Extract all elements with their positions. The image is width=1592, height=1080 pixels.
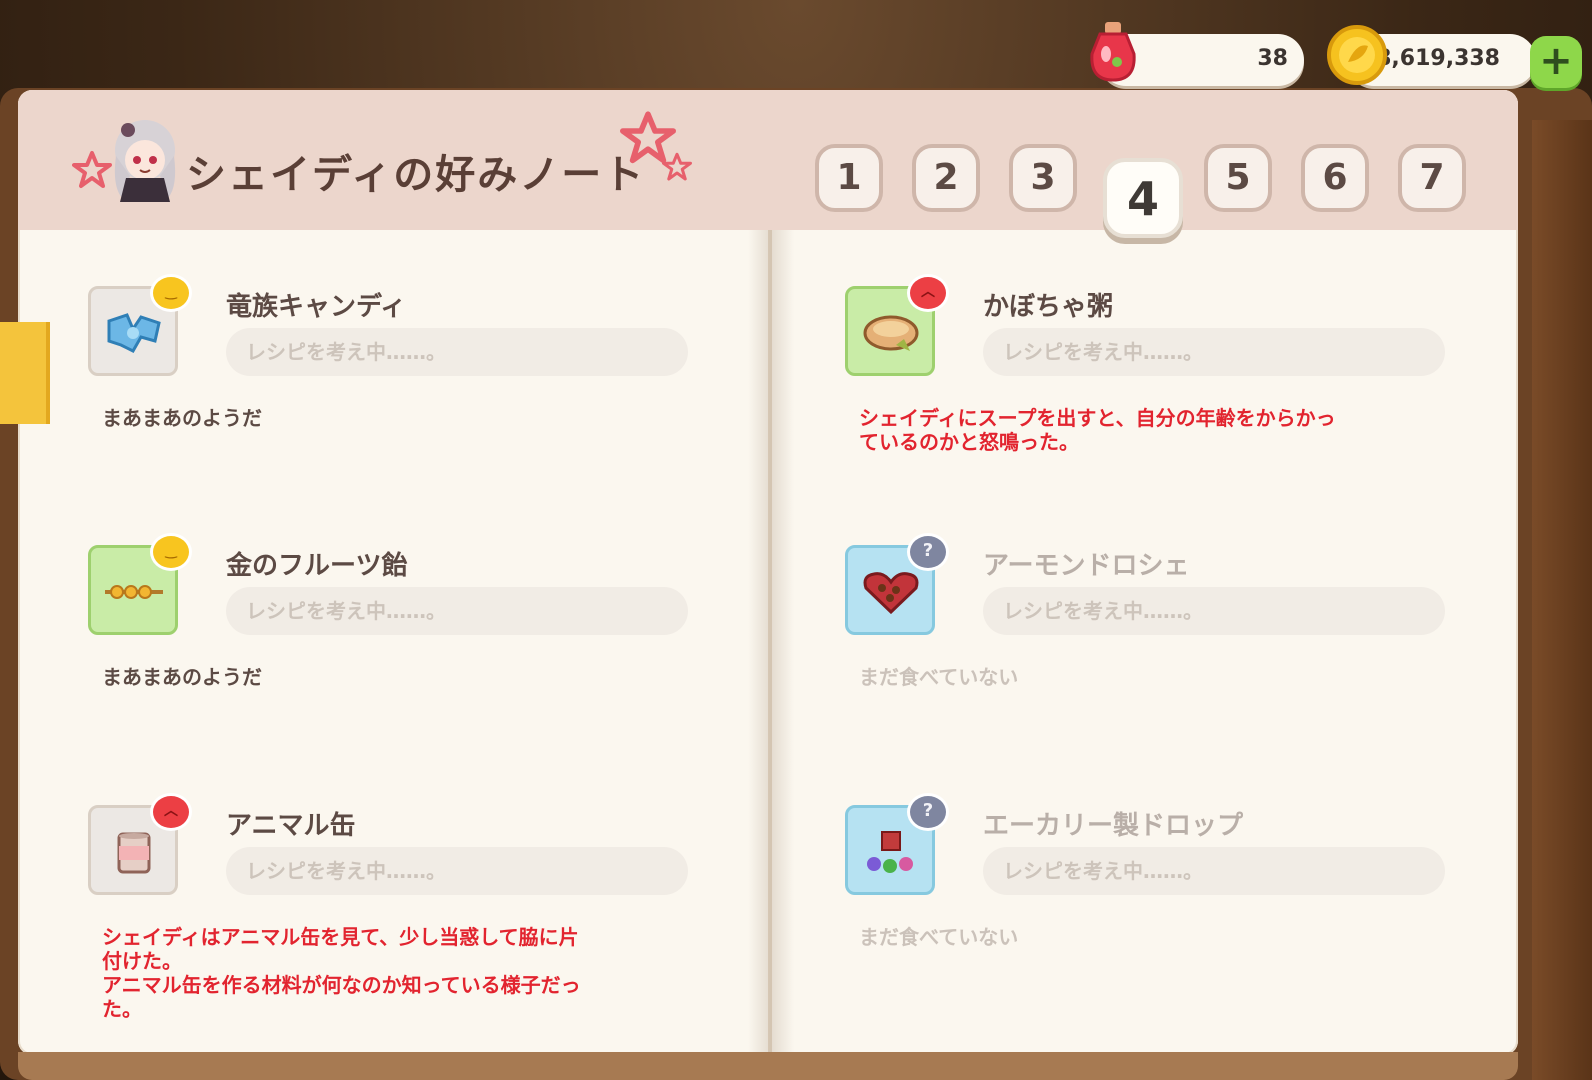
mood-satisfied-icon: ‿ bbox=[150, 533, 192, 571]
recipe-status-field: レシピを考え中……。 bbox=[226, 328, 688, 376]
star-icon bbox=[72, 150, 112, 194]
recipe-entry: ‿ 金のフルーツ飴 レシピを考え中……。 まあまあのようだ bbox=[88, 533, 708, 765]
coin-amount: 8,619,338 bbox=[1376, 46, 1500, 71]
mood-angry-icon: ︿ bbox=[150, 793, 192, 831]
mood-angry-icon: ︿ bbox=[907, 274, 949, 312]
reaction-text: まあまあのようだ bbox=[102, 406, 262, 430]
recipe-entry: ? アーモンドロシェ レシピを考え中……。 まだ食べていない bbox=[845, 533, 1465, 765]
page-tab-2[interactable]: 2 bbox=[912, 144, 980, 212]
golden-fruit-candy-icon bbox=[105, 585, 163, 599]
star-icon bbox=[662, 152, 692, 186]
candy-drop-icon bbox=[867, 831, 913, 873]
item-name: アニマル缶 bbox=[226, 811, 356, 841]
bookmark-ribbon[interactable] bbox=[0, 322, 50, 424]
mood-unknown-icon: ? bbox=[907, 793, 949, 831]
item-name: かぼちゃ粥 bbox=[983, 292, 1114, 322]
mood-satisfied-icon: ‿ bbox=[150, 274, 192, 312]
recipe-status-field: レシピを考え中……。 bbox=[983, 847, 1445, 895]
animal-can-icon bbox=[117, 832, 151, 874]
book-edge bbox=[1532, 120, 1592, 1080]
dragon-candy-icon bbox=[107, 313, 161, 353]
item-name: エーカリー製ドロップ bbox=[983, 811, 1244, 841]
item-name: 金のフルーツ飴 bbox=[226, 551, 408, 581]
almond-rocher-icon bbox=[863, 572, 919, 614]
item-name: アーモンドロシェ bbox=[983, 551, 1190, 581]
recipe-entry: ︿ アニマル缶 レシピを考え中……。 シェイディはアニマル缶を見て、少し当惑して… bbox=[88, 793, 708, 1025]
page-tab-1[interactable]: 1 bbox=[815, 144, 883, 212]
page-tab-4-active[interactable]: 4 bbox=[1103, 158, 1183, 238]
character-avatar bbox=[108, 116, 182, 202]
page-tab-7[interactable]: 7 bbox=[1398, 144, 1466, 212]
page-tab-5[interactable]: 5 bbox=[1204, 144, 1272, 212]
reaction-text: シェイディはアニマル缶を見て、少し当惑して脇に片 付けた。 アニマル缶を作る材料… bbox=[102, 925, 581, 1021]
page-tab-6[interactable]: 6 bbox=[1301, 144, 1369, 212]
item-name: 竜族キャンディ bbox=[226, 292, 407, 322]
recipe-status-field: レシピを考え中……。 bbox=[226, 587, 688, 635]
page-bottom-edge bbox=[18, 1052, 1518, 1080]
coin-icon bbox=[1326, 24, 1388, 90]
page-tab-3[interactable]: 3 bbox=[1009, 144, 1077, 212]
reaction-text: まだ食べていない bbox=[859, 925, 1019, 949]
recipe-status-field: レシピを考え中……。 bbox=[226, 847, 688, 895]
recipe-entry: ︿ かぼちゃ粥 レシピを考え中……。 シェイディにスープを出すと、自分の年齢をか… bbox=[845, 274, 1465, 506]
reaction-text: シェイディにスープを出すと、自分の年齢をからかっ ているのかと怒鳴った。 bbox=[859, 406, 1336, 454]
recipe-status-field: レシピを考え中……。 bbox=[983, 587, 1445, 635]
left-header-scallop bbox=[18, 205, 770, 235]
reaction-text: まあまあのようだ bbox=[102, 665, 262, 689]
recipe-entry: ‿ 竜族キャンディ レシピを考え中……。 まあまあのようだ bbox=[88, 274, 708, 506]
potion-count: 38 bbox=[1257, 46, 1288, 71]
page-title: シェイディの好みノート bbox=[186, 152, 646, 198]
add-coins-button[interactable]: + bbox=[1530, 36, 1582, 88]
recipe-entry: ? エーカリー製ドロップ レシピを考え中……。 まだ食べていない bbox=[845, 793, 1465, 1025]
mood-unknown-icon: ? bbox=[907, 533, 949, 571]
reaction-text: まだ食べていない bbox=[859, 665, 1019, 689]
recipe-status-field: レシピを考え中……。 bbox=[983, 328, 1445, 376]
potion-icon bbox=[1088, 20, 1138, 88]
pumpkin-porridge-icon bbox=[863, 315, 919, 351]
